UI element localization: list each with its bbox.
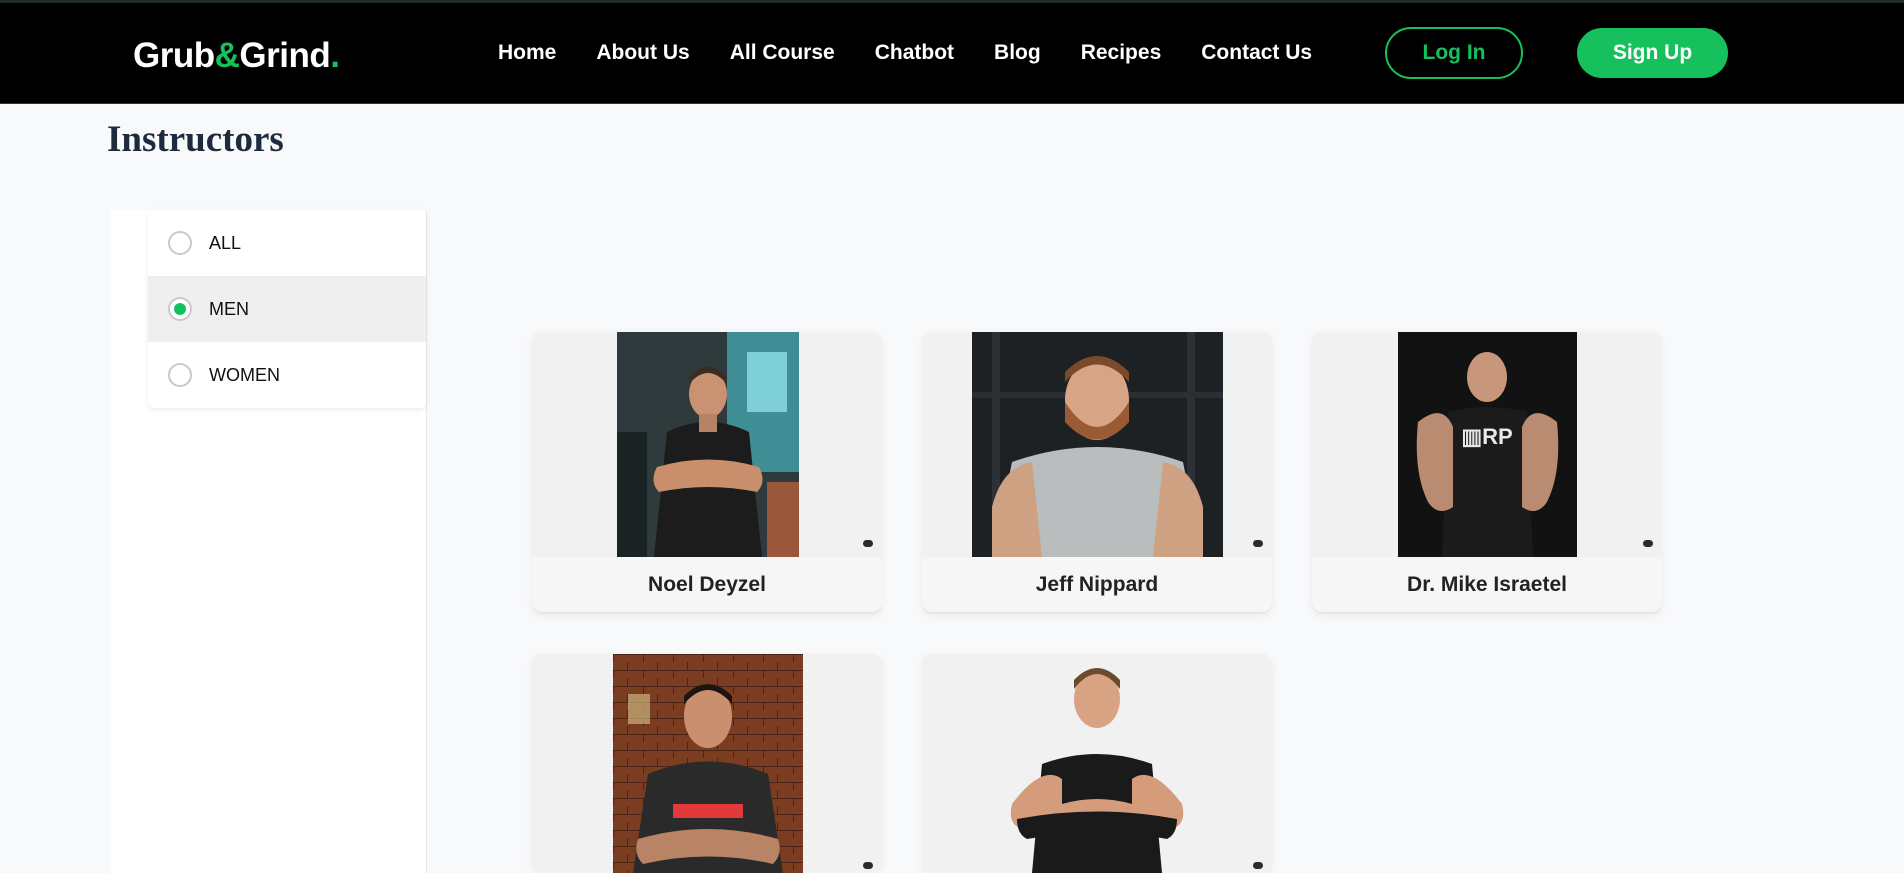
site-logo[interactable]: Grub&Grind.	[133, 36, 340, 76]
instructor-photo	[972, 332, 1223, 557]
instructor-card[interactable]: ▥RP Dr. Mike Israetel	[1312, 332, 1662, 614]
card-indicator-dot	[863, 540, 873, 547]
svg-text:▥RP: ▥RP	[1461, 424, 1512, 449]
card-indicator-dot	[1253, 862, 1263, 869]
filter-label-all: ALL	[209, 232, 242, 253]
logo-dot: .	[330, 36, 340, 75]
instructor-name: Dr. Mike Israetel	[1312, 557, 1662, 612]
filter-option-men[interactable]: MEN	[148, 276, 426, 342]
instructor-photo	[617, 332, 799, 557]
navbar: Grub&Grind. Home About Us All Course Cha…	[0, 3, 1904, 104]
nav-contact-us[interactable]: Contact Us	[1201, 41, 1312, 65]
page-title: Instructors	[107, 119, 284, 160]
instructor-photo	[613, 654, 803, 873]
instructor-photo: ▥RP	[1398, 332, 1577, 557]
login-button[interactable]: Log In	[1385, 27, 1523, 79]
filter-label-women: WOMEN	[209, 364, 280, 385]
card-indicator-dot	[1643, 540, 1653, 547]
instructor-photo	[982, 654, 1212, 873]
filter-label-men: MEN	[209, 298, 249, 319]
instructor-name: Jeff Nippard	[922, 557, 1272, 612]
main-nav: Home About Us All Course Chatbot Blog Re…	[498, 41, 1352, 65]
radio-men[interactable]	[168, 297, 192, 321]
nav-recipes[interactable]: Recipes	[1081, 41, 1162, 65]
nav-about-us[interactable]: About Us	[596, 41, 689, 65]
instructor-card[interactable]	[532, 654, 882, 873]
nav-all-course[interactable]: All Course	[730, 41, 835, 65]
instructor-card[interactable]: Jeff Nippard	[922, 332, 1272, 614]
nav-chatbot[interactable]: Chatbot	[875, 41, 954, 65]
nav-blog[interactable]: Blog	[994, 41, 1041, 65]
gender-filter: ALL MEN WOMEN	[148, 210, 426, 408]
logo-ampersand: &	[214, 36, 240, 75]
logo-text-grub: Grub	[133, 36, 215, 75]
instructor-card[interactable]: Noel Deyzel	[532, 332, 882, 614]
instructor-name: Noel Deyzel	[532, 557, 882, 612]
signup-button[interactable]: Sign Up	[1577, 28, 1728, 78]
nav-home[interactable]: Home	[498, 41, 556, 65]
filter-option-women[interactable]: WOMEN	[148, 342, 426, 408]
radio-women[interactable]	[168, 363, 192, 387]
instructor-card[interactable]	[922, 654, 1272, 873]
filter-option-all[interactable]: ALL	[148, 210, 426, 276]
logo-text-grind: Grind	[239, 36, 331, 75]
card-indicator-dot	[1253, 540, 1263, 547]
radio-all[interactable]	[168, 231, 192, 255]
card-indicator-dot	[863, 862, 873, 869]
